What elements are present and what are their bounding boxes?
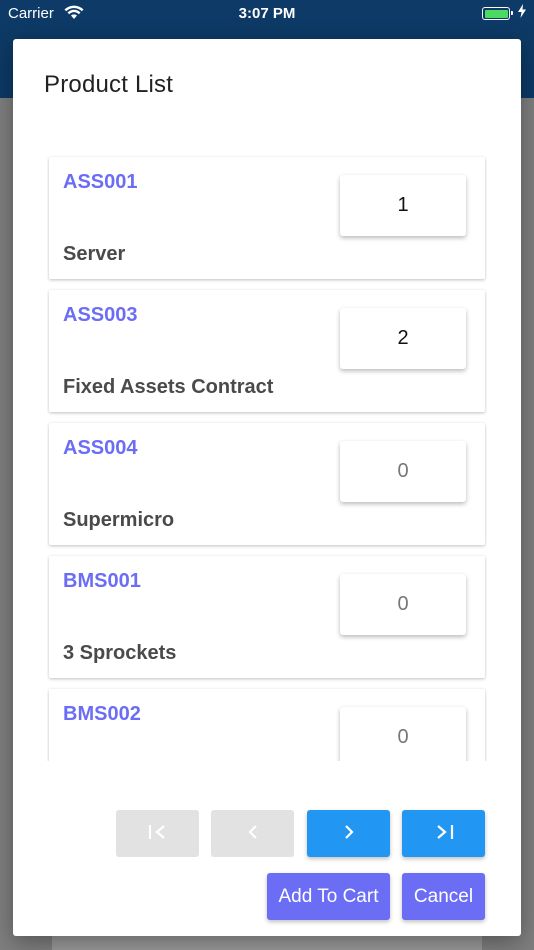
product-card: ASS001 1 Server — [49, 157, 485, 279]
first-page-button[interactable] — [116, 810, 199, 857]
last-page-button[interactable] — [402, 810, 485, 857]
product-code: BMS001 — [63, 570, 141, 592]
product-code: BMS002 — [63, 703, 141, 725]
product-name: Supermicro — [63, 509, 175, 531]
cancel-button[interactable]: Cancel — [402, 873, 485, 920]
previous-page-button[interactable] — [211, 810, 294, 857]
status-time: 3:07 PM — [238, 5, 296, 22]
product-card: ASS004 0 Supermicro — [49, 423, 485, 545]
product-card: BMS001 0 3 Sprockets — [49, 556, 485, 678]
quantity-input[interactable]: 0 — [340, 574, 466, 635]
product-card: BMS002 0 — [49, 689, 485, 761]
product-code: ASS004 — [63, 437, 138, 459]
product-card: ASS003 2 Fixed Assets Contract — [49, 290, 485, 412]
product-list[interactable]: ASS001 1 Server ASS003 2 Fixed Assets Co… — [47, 155, 487, 761]
charging-bolt-icon — [518, 4, 526, 22]
product-name: Fixed Assets Contract — [63, 376, 274, 398]
product-name: Server — [63, 243, 126, 265]
chevron-left-icon — [246, 821, 260, 847]
product-code: ASS001 — [63, 171, 138, 193]
last-page-icon — [433, 821, 455, 847]
add-to-cart-button[interactable]: Add To Cart — [267, 873, 390, 920]
chevron-right-icon — [342, 821, 356, 847]
product-list-modal: Product List ASS001 1 Server ASS003 2 Fi… — [13, 39, 521, 936]
status-bar: Carrier 3:07 PM — [0, 0, 534, 28]
modal-title: Product List — [44, 71, 174, 98]
quantity-input[interactable]: 0 — [340, 441, 466, 502]
app-bottom-strip — [52, 936, 482, 950]
battery-icon — [482, 7, 513, 20]
quantity-input[interactable]: 2 — [340, 308, 466, 369]
next-page-button[interactable] — [307, 810, 390, 857]
first-page-icon — [147, 821, 169, 847]
product-name: 3 Sprockets — [63, 642, 177, 664]
product-code: ASS003 — [63, 304, 138, 326]
quantity-input[interactable]: 1 — [340, 175, 466, 236]
quantity-input[interactable]: 0 — [340, 707, 466, 761]
